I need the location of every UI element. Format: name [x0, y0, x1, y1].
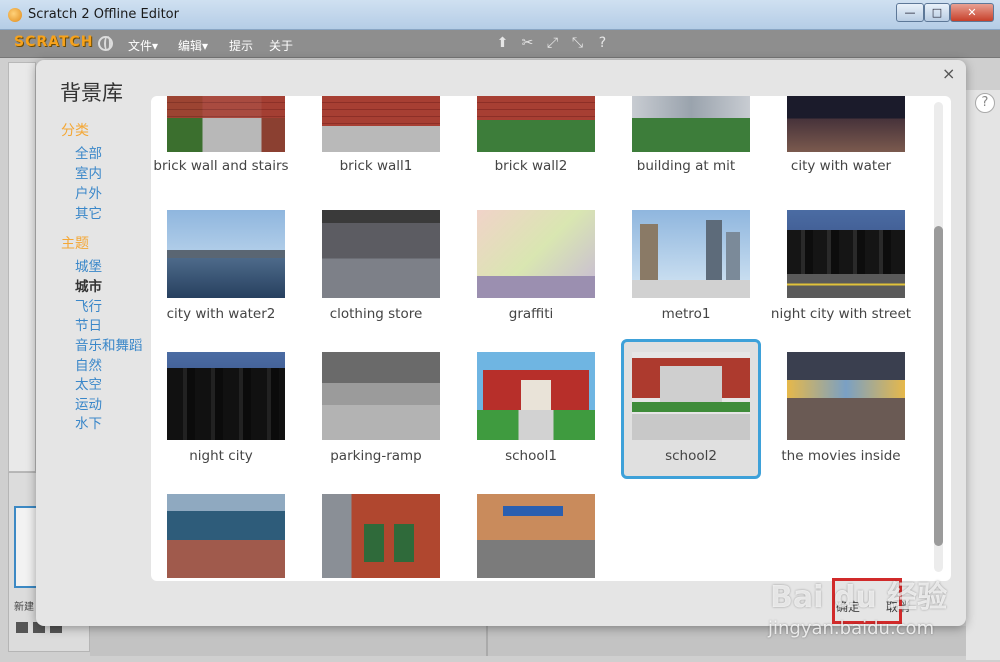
backdrop-tile-night-city-with-street[interactable]: night city with street [771, 202, 911, 342]
filter-other[interactable]: 其它 [75, 202, 102, 222]
backdrop-thumbnail [477, 494, 595, 578]
backdrop-grid: brick wall and stairs brick wall1 brick … [151, 96, 951, 581]
shrink-icon[interactable]: ⤡ [569, 35, 586, 52]
backdrop-thumbnail [477, 210, 595, 298]
backdrop-label: building at mit [636, 158, 736, 174]
backdrop-tile-metro1[interactable]: metro1 [616, 202, 756, 342]
theme-space[interactable]: 太空 [75, 373, 102, 393]
paint-icon[interactable] [16, 622, 28, 633]
window-titlebar: Scratch 2 Offline Editor — □ ✕ [0, 0, 1000, 30]
baidu-watermark: Bai du 经验 [770, 580, 948, 615]
backdrop-tile-the-movies-inside[interactable]: the movies inside [771, 344, 911, 484]
help-icon[interactable]: ? [975, 93, 995, 113]
backdrop-thumbnail [167, 494, 285, 578]
theme-heading: 主题 [61, 236, 89, 252]
globe-icon[interactable] [98, 36, 113, 51]
menu-edit[interactable]: 编辑▾ [178, 37, 208, 54]
backdrop-tile-city-with-water2[interactable]: city with water2 [151, 202, 291, 342]
backdrop-library-dialog: 背景库 × 分类 全部 室内 户外 其它 主题 城堡 城市 飞行 节日 音乐和舞… [36, 60, 966, 626]
filter-outdoors[interactable]: 户外 [75, 182, 102, 202]
backdrop-label: school2 [665, 448, 717, 464]
backdrop-label: metro1 [661, 306, 711, 322]
backdrop-tile-row4-3[interactable] [461, 486, 601, 581]
theme-nature[interactable]: 自然 [75, 354, 102, 374]
theme-sports[interactable]: 运动 [75, 393, 102, 413]
theme-holiday[interactable]: 节日 [75, 314, 102, 334]
theme-castle[interactable]: 城堡 [75, 255, 102, 275]
backdrop-thumbnail [632, 210, 750, 298]
theme-music-dance[interactable]: 音乐和舞蹈 [75, 334, 143, 354]
backdrop-thumbnail [787, 210, 905, 298]
backdrop-tile-night-city[interactable]: night city [151, 344, 291, 484]
backdrop-thumbnail [477, 96, 595, 152]
menu-about[interactable]: 关于 [269, 37, 293, 54]
scripts-area-edge [966, 90, 1000, 660]
backdrop-thumbnail [477, 352, 595, 440]
backdrop-tile-clothing-store[interactable]: clothing store [306, 202, 446, 342]
backdrop-label: school1 [505, 448, 557, 464]
window-title: Scratch 2 Offline Editor [28, 7, 179, 22]
backdrop-tile-row4-1[interactable] [151, 486, 291, 581]
backdrop-thumbnail [167, 96, 285, 152]
backdrop-label: brick wall and stairs [153, 158, 289, 174]
backdrop-label: night city [189, 448, 253, 464]
menu-tips[interactable]: 提示 [229, 37, 253, 54]
grow-icon[interactable]: ⤢ [544, 35, 561, 52]
backdrop-thumbnail [632, 352, 750, 440]
dialog-title: 背景库 [60, 81, 123, 105]
window-close-button[interactable]: ✕ [950, 3, 994, 22]
backdrop-tile-school1[interactable]: school1 [461, 344, 601, 484]
theme-city[interactable]: 城市 [75, 275, 102, 295]
backdrop-label: night city with street [770, 306, 912, 322]
category-heading: 分类 [61, 123, 89, 139]
backdrop-thumbnail [322, 352, 440, 440]
backdrop-label: clothing store [329, 306, 423, 322]
backdrop-tile-graffiti[interactable]: graffiti [461, 202, 601, 342]
baidu-watermark-url: jingyan.baidu.com [768, 618, 935, 639]
backdrop-tile-row4-2[interactable] [306, 486, 446, 581]
theme-flying[interactable]: 飞行 [75, 295, 102, 315]
backdrop-tile-parking-ramp[interactable]: parking-ramp [306, 344, 446, 484]
dialog-close-icon[interactable]: × [942, 64, 955, 83]
scratch-logo[interactable]: SCRATCH [14, 34, 93, 50]
backdrop-label: graffiti [508, 306, 554, 322]
minimize-button[interactable]: — [896, 3, 924, 22]
scratch-menubar: SCRATCH 文件▾ 编辑▾ 提示 关于 ⬆ ✂ ⤢ ⤡ ? [0, 30, 1000, 58]
stage-panel-edge [8, 62, 36, 472]
backdrop-tile-school2-selected[interactable]: school2 [621, 339, 761, 479]
scrollbar-thumb[interactable] [934, 226, 943, 546]
duplicate-stamp-icon[interactable]: ⬆ [494, 35, 511, 52]
menu-file[interactable]: 文件▾ [128, 37, 158, 54]
backdrop-thumbnail [322, 210, 440, 298]
backdrop-label: the movies inside [781, 448, 901, 464]
backdrop-label: city with water [790, 158, 892, 174]
help-block-icon[interactable]: ? [594, 35, 611, 52]
delete-cut-icon[interactable]: ✂ [519, 35, 536, 52]
backdrop-label: parking-ramp [330, 448, 422, 464]
backdrop-thumbnail [787, 96, 905, 152]
backdrop-thumbnail [632, 96, 750, 152]
filter-all[interactable]: 全部 [75, 142, 102, 162]
backdrop-thumbnail [322, 494, 440, 578]
backdrop-thumbnail [167, 210, 285, 298]
sprite-thumbnail[interactable] [14, 506, 38, 588]
new-sprite-label: 新建 [14, 602, 34, 613]
theme-underwater[interactable]: 水下 [75, 412, 102, 432]
backdrop-label: brick wall2 [494, 158, 568, 174]
backdrop-thumbnail [787, 352, 905, 440]
backdrop-thumbnail [322, 96, 440, 152]
backdrop-thumbnail [167, 352, 285, 440]
filter-indoors[interactable]: 室内 [75, 162, 102, 182]
scratch-app-icon [8, 8, 22, 22]
backdrop-label: brick wall1 [339, 158, 413, 174]
maximize-button[interactable]: □ [924, 3, 950, 22]
backdrop-label: city with water2 [166, 306, 276, 322]
